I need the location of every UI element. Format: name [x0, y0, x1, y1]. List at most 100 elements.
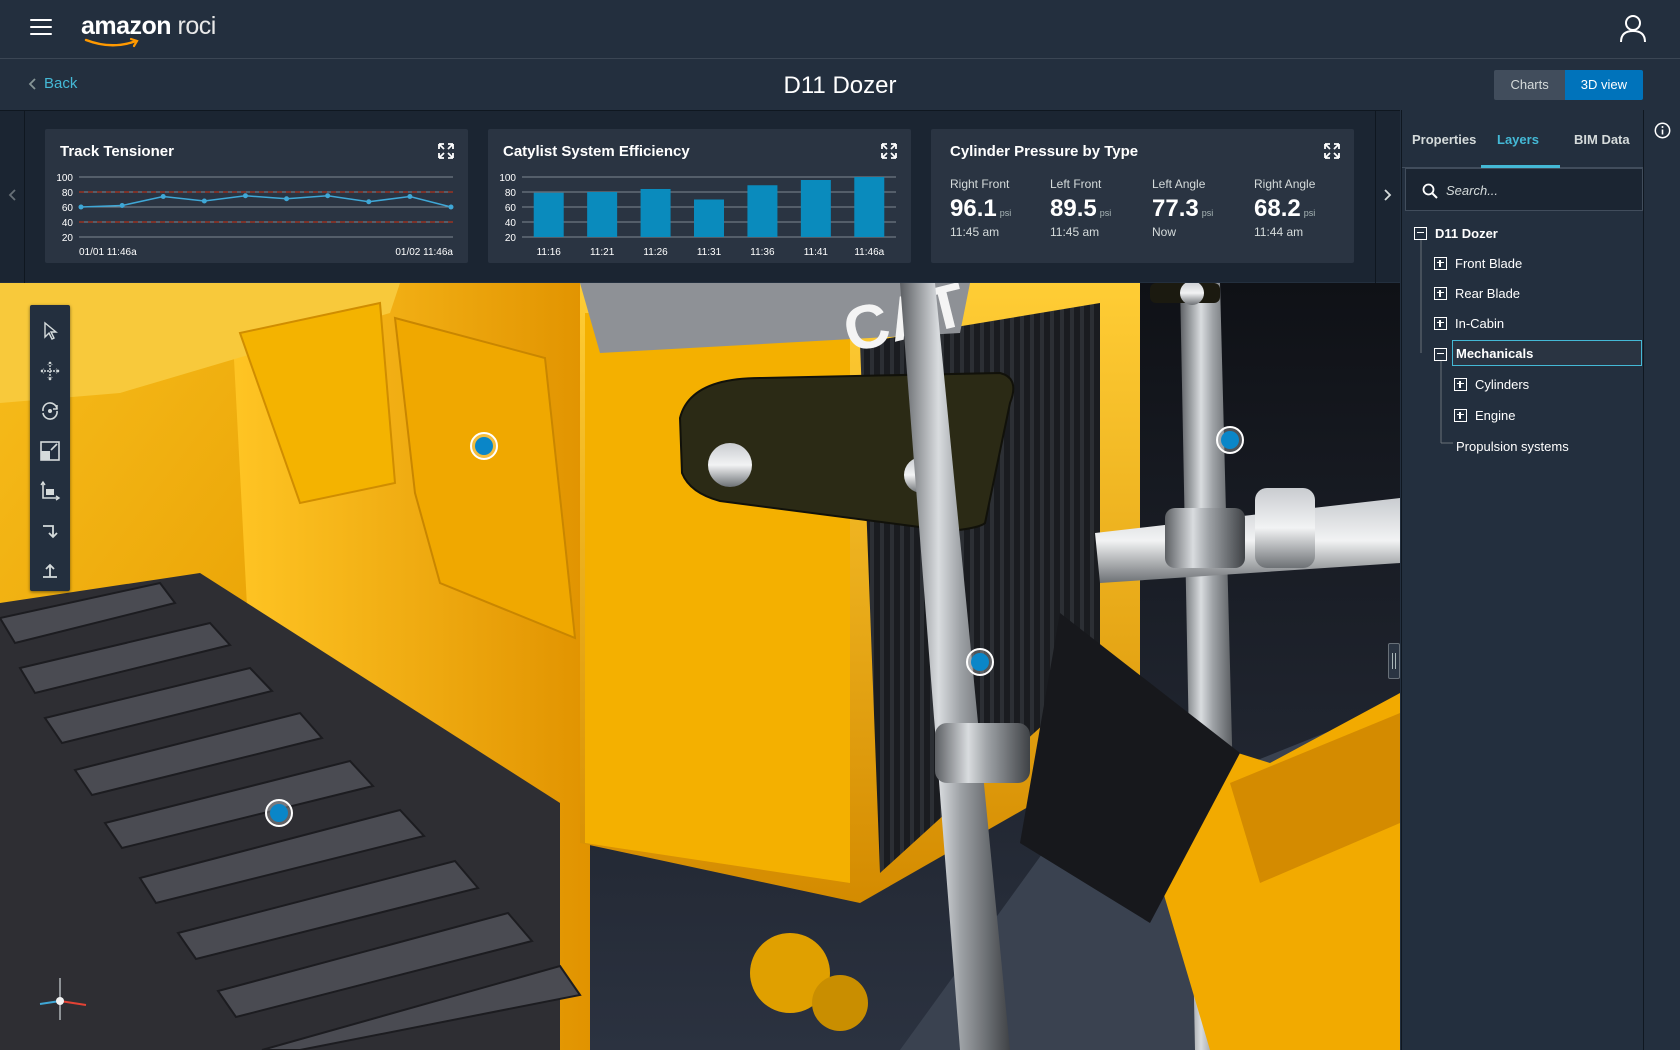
widget-carousel: Track Tensioner 100 80 60 40 20 01/01 11:46a 0… [0, 110, 1400, 283]
metric-time: Now [1152, 225, 1177, 239]
data-point [242, 193, 248, 199]
info-icon[interactable] [1654, 122, 1671, 139]
expand-icon[interactable] [1454, 377, 1467, 391]
collapse-icon[interactable] [1414, 226, 1427, 240]
frame-tool-icon[interactable] [30, 471, 70, 511]
bar [854, 177, 885, 237]
bar [533, 192, 564, 237]
tree-node-front-blade[interactable]: Front Blade [1434, 250, 1522, 276]
zoom-extents-tool-icon[interactable] [30, 431, 70, 471]
tree-node-cylinders[interactable]: Cylinders [1454, 371, 1529, 397]
carousel-previous-button[interactable] [2, 183, 22, 207]
point-of-interest-marker[interactable] [265, 799, 293, 827]
x-tick-label: 11:36 [750, 247, 775, 258]
x-tick-label: 01/02 11:46a [395, 247, 453, 258]
metric-label: Right Front [950, 177, 1010, 191]
pressure-metric: Left Front 89.5 psi 11:45 am [1050, 177, 1150, 239]
chevron-left-icon [8, 189, 16, 201]
step-down-icon[interactable] [30, 511, 70, 551]
amazon-smile-icon [84, 37, 139, 48]
expand-icon[interactable] [1454, 408, 1467, 422]
bar [694, 199, 724, 237]
tree-node-mechanicals-toggle[interactable] [1434, 341, 1447, 367]
side-panel-tabs: Properties Layers BIM Data [1402, 110, 1643, 168]
x-tick-label: 11:41 [804, 247, 829, 258]
track-tensioner-card: Track Tensioner 100 80 60 40 20 01/01 11:46a 0… [45, 129, 468, 263]
expand-icon[interactable] [1434, 256, 1447, 270]
bar [747, 185, 778, 237]
data-point [325, 193, 331, 199]
bar [640, 189, 671, 237]
point-of-interest-marker[interactable] [1216, 426, 1244, 454]
y-tick-label: 80 [505, 188, 517, 199]
tree-node-in-cabin[interactable]: In-Cabin [1434, 310, 1504, 336]
y-tick-label: 80 [62, 188, 74, 199]
collapse-icon[interactable] [1434, 347, 1447, 361]
step-up-icon[interactable] [30, 551, 70, 591]
metric-time: 11:45 am [950, 225, 1000, 239]
metric-unit: psi [1201, 208, 1214, 218]
search-icon [1422, 183, 1438, 199]
metric-time: 11:45 am [1050, 225, 1100, 239]
metric-label: Left Front [1050, 177, 1102, 191]
data-point [201, 198, 207, 204]
user-profile-icon[interactable] [1618, 13, 1648, 43]
logo-product: roci [177, 12, 217, 40]
metric-value: 96.1 psi [950, 195, 1050, 223]
expand-icon[interactable] [1434, 286, 1447, 300]
tree-node-rear-blade[interactable]: Rear Blade [1434, 280, 1520, 306]
tree-node-d11-dozer[interactable]: D11 Dozer [1414, 220, 1498, 246]
expand-icon[interactable] [1324, 143, 1340, 159]
y-tick-label: 100 [56, 173, 73, 184]
x-tick-label: 01/01 11:46a [79, 247, 137, 258]
tab-properties[interactable]: Properties [1412, 132, 1476, 147]
tree-node-propulsion-systems[interactable]: Propulsion systems [1456, 433, 1569, 459]
expand-icon[interactable] [1434, 316, 1447, 330]
point-of-interest-marker[interactable] [470, 432, 498, 460]
tree-node-mechanicals[interactable]: Mechanicals [1452, 340, 1642, 366]
x-tick-label: 11:46a [854, 247, 884, 258]
search-input[interactable] [1446, 179, 1626, 201]
cylinder-pressure-card: Cylinder Pressure by Type Right Front 96… [931, 129, 1354, 263]
data-point [284, 196, 290, 202]
y-tick-label: 40 [62, 218, 74, 229]
tree-node-label: Propulsion systems [1456, 438, 1569, 454]
y-tick-label: 60 [62, 203, 74, 214]
carousel-next-button[interactable] [1378, 183, 1398, 207]
viewport-tool-palette [30, 305, 70, 591]
point-of-interest-marker[interactable] [966, 648, 994, 676]
track-tensioner-line-chart: 100 80 60 40 20 01/01 11:46a 01/02 11:46a [56, 173, 454, 258]
y-tick-label: 40 [505, 218, 517, 229]
metric-unit: psi [1303, 208, 1316, 218]
orbit-tool-icon[interactable] [30, 391, 70, 431]
data-point [119, 203, 125, 208]
tab-bim-data[interactable]: BIM Data [1574, 132, 1630, 147]
tree-node-engine[interactable]: Engine [1454, 402, 1515, 428]
tree-node-label: Engine [1475, 407, 1516, 423]
dozer-3d-model[interactable]: CAT [0, 283, 1400, 1050]
catalyst-efficiency-card: Catylist System Efficiency 100 80 60 40 20 11… [488, 129, 911, 263]
metric-value: 68.2 psi [1254, 195, 1354, 223]
data-point [366, 199, 372, 205]
select-tool-icon[interactable] [30, 311, 70, 351]
pressure-metric: Right Angle 68.2 psi 11:44 am [1254, 177, 1354, 239]
metric-number: 68.2 [1254, 195, 1301, 222]
hamburger-menu-icon[interactable] [30, 19, 52, 37]
carousel-divider [24, 111, 25, 283]
layer-search-box[interactable] [1405, 168, 1643, 211]
metric-time: 11:44 am [1254, 225, 1304, 239]
layers-side-panel: Properties Layers BIM Data D11 Dozer Fro… [1401, 110, 1643, 1050]
view-toggle: Charts 3D view [1494, 70, 1643, 100]
logo-brand: amazon [81, 12, 172, 40]
tree-node-label: In-Cabin [1455, 315, 1505, 331]
panel-resize-handle[interactable] [1388, 643, 1400, 679]
charts-view-button[interactable]: Charts [1494, 70, 1565, 100]
data-point [160, 194, 166, 199]
3d-view-button[interactable]: 3D view [1564, 70, 1643, 100]
y-tick-label: 20 [505, 233, 517, 244]
tab-layers[interactable]: Layers [1497, 132, 1539, 147]
series-line [80, 194, 452, 208]
y-tick-label: 100 [499, 173, 516, 184]
pan-tool-icon[interactable] [30, 351, 70, 391]
3d-viewport[interactable]: CAT [0, 283, 1400, 1050]
